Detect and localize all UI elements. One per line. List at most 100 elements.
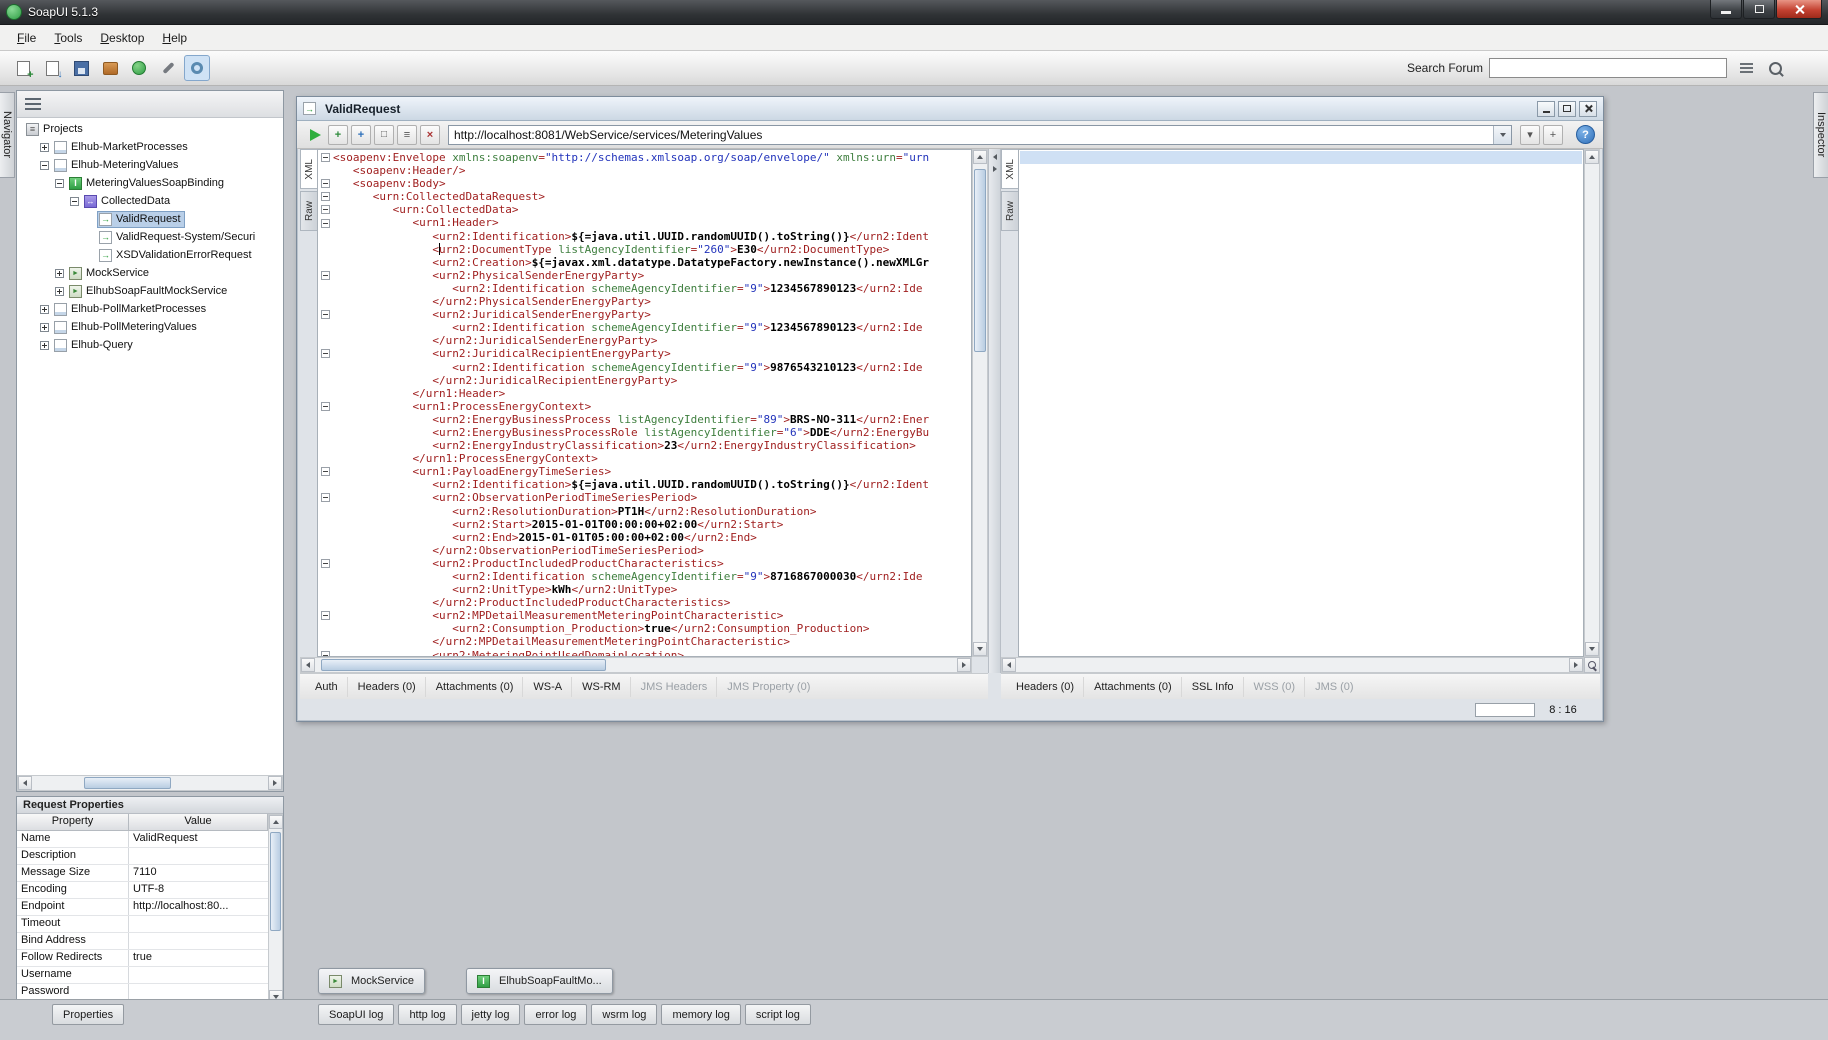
xml-line-28[interactable]: <urn2:ResolutionDuration>PT1H</urn2:Reso… (318, 505, 971, 518)
request-tab-ws-rm[interactable]: WS-RM (573, 677, 631, 697)
scroll-left-button[interactable] (301, 658, 315, 672)
property-value[interactable]: http://localhost:80... (129, 899, 268, 915)
xml-line-15[interactable]: </urn2:JuridicalSenderEnergyParty> (318, 334, 971, 347)
log-tab-error-log[interactable]: error log (524, 1004, 587, 1025)
xml-line-24[interactable]: </urn1:ProcessEnergyContext> (318, 452, 971, 465)
forum-search-icon[interactable] (1762, 55, 1788, 81)
scroll-right-button[interactable] (1569, 658, 1583, 672)
minimized-window-mockservice[interactable]: MockService (318, 968, 425, 994)
scroll-left-button[interactable] (1002, 658, 1016, 672)
tree-item-elhub-pollmeteringvalues[interactable]: Elhub-PollMeteringValues (17, 318, 283, 336)
tree-collapse-toggle[interactable] (40, 161, 49, 170)
tree-item-validrequest-system-securi[interactable]: ValidRequest-System/Securi (17, 228, 283, 246)
property-row-name[interactable]: NameValidRequest (17, 831, 268, 848)
tree-item-elhub-pollmarketprocesses[interactable]: Elhub-PollMarketProcesses (17, 300, 283, 318)
zoom-icon[interactable] (1584, 657, 1600, 673)
scroll-down-button[interactable] (1585, 642, 1599, 656)
xml-line-38[interactable]: </urn2:MPDetailMeasurementMeteringPointC… (318, 635, 971, 648)
response-tab-headers-0[interactable]: Headers (0) (1007, 677, 1084, 697)
fold-toggle-icon[interactable] (321, 611, 330, 620)
fold-toggle-icon[interactable] (321, 493, 330, 502)
frame-minimize-button[interactable] (1537, 101, 1555, 117)
tree-collapse-toggle[interactable] (70, 197, 79, 206)
xml-line-12[interactable]: </urn2:PhysicalSenderEnergyParty> (318, 295, 971, 308)
clean-request-icon[interactable] (397, 125, 417, 145)
pane-splitter[interactable] (988, 149, 1001, 673)
xml-line-39[interactable]: <urn2:MeteringPointUsedDomainLocation> (318, 649, 971, 657)
log-tab-soapui-log[interactable]: SoapUI log (318, 1004, 394, 1025)
tree-item-elhub-marketprocesses[interactable]: Elhub-MarketProcesses (17, 138, 283, 156)
xml-line-30[interactable]: <urn2:End>2015-01-01T05:00:00+02:00</urn… (318, 531, 971, 544)
import-project-icon[interactable] (39, 55, 65, 81)
xml-line-8[interactable]: <urn2:DocumentType listAgencyIdentifier=… (318, 243, 971, 256)
xml-line-31[interactable]: </urn2:ObservationPeriodTimeSeriesPeriod… (318, 544, 971, 557)
scrollbar-track[interactable] (973, 164, 987, 642)
navigator-panel-tab[interactable]: Navigator (0, 92, 15, 178)
xml-line-14[interactable]: <urn2:Identification schemeAgencyIdentif… (318, 321, 971, 334)
response-viewer[interactable] (1018, 149, 1584, 657)
tree-expand-toggle[interactable] (40, 341, 49, 350)
scrollbar-track[interactable] (269, 829, 282, 990)
request-tab-auth[interactable]: Auth (306, 677, 348, 697)
tree-item-meteringvaluessoapbinding[interactable]: MeteringValuesSoapBinding (17, 174, 283, 192)
tree-expand-toggle[interactable] (55, 269, 64, 278)
forum-list-icon[interactable] (1733, 55, 1759, 81)
xml-line-13[interactable]: <urn2:JuridicalSenderEnergyParty> (318, 308, 971, 321)
xml-line-1[interactable]: <soapenv:Envelope xmlns:soapenv="http://… (318, 151, 971, 164)
xml-line-23[interactable]: <urn2:EnergyIndustryClassification>23</u… (318, 439, 971, 452)
response-vertical-scrollbar[interactable] (1584, 149, 1600, 657)
xml-line-9[interactable]: <urn2:Creation>${=javax.xml.datatype.Dat… (318, 256, 971, 269)
tree-item-xsdvalidationerrorrequest[interactable]: XSDValidationErrorRequest (17, 246, 283, 264)
scroll-up-button[interactable] (269, 815, 283, 829)
tree-item-mockservice[interactable]: MockService (17, 264, 283, 282)
tree-expand-toggle[interactable] (40, 305, 49, 314)
xml-line-18[interactable]: </urn2:JuridicalRecipientEnergyParty> (318, 374, 971, 387)
property-value[interactable] (129, 848, 268, 864)
add-endpoint-icon[interactable] (1543, 125, 1563, 145)
fold-toggle-icon[interactable] (321, 219, 330, 228)
property-value[interactable] (129, 933, 268, 949)
loadui-icon[interactable] (126, 55, 152, 81)
property-row-timeout[interactable]: Timeout (17, 916, 268, 933)
search-forum-input[interactable] (1489, 58, 1727, 78)
tree-item-elhub-query[interactable]: Elhub-Query (17, 336, 283, 354)
menu-help[interactable]: Help (153, 28, 196, 48)
fold-toggle-icon[interactable] (321, 271, 330, 280)
tree-item-elhub-meteringvalues[interactable]: Elhub-MeteringValues (17, 156, 283, 174)
frame-close-button[interactable] (1579, 101, 1597, 117)
tree-item-collecteddata[interactable]: CollectedData (17, 192, 283, 210)
log-tab-wsrm-log[interactable]: wsrm log (591, 1004, 657, 1025)
xml-line-4[interactable]: <urn:CollectedDataRequest> (318, 190, 971, 203)
scrollbar-track[interactable] (1585, 164, 1599, 642)
tree-expand-toggle[interactable] (40, 323, 49, 332)
tree-expand-toggle[interactable] (55, 287, 64, 296)
maximize-button[interactable] (1743, 0, 1775, 19)
new-project-icon[interactable] (10, 55, 36, 81)
fold-toggle-icon[interactable] (321, 205, 330, 214)
request-xml-editor[interactable]: <soapenv:Envelope xmlns:soapenv="http://… (317, 149, 972, 657)
fold-toggle-icon[interactable] (321, 192, 330, 201)
scrollbar-thumb[interactable] (974, 169, 986, 353)
xml-line-35[interactable]: </urn2:ProductIncludedProductCharacteris… (318, 596, 971, 609)
request-editor-horizontal-scrollbar[interactable] (300, 657, 972, 673)
property-value[interactable] (129, 916, 268, 932)
property-value[interactable]: UTF-8 (129, 882, 268, 898)
scrollbar-thumb[interactable] (270, 832, 281, 931)
xml-line-11[interactable]: <urn2:Identification schemeAgencyIdentif… (318, 282, 971, 295)
property-value[interactable]: ValidRequest (129, 831, 268, 847)
xml-line-2[interactable]: <soapenv:Header/> (318, 164, 971, 177)
xml-line-22[interactable]: <urn2:EnergyBusinessProcessRole listAgen… (318, 426, 971, 439)
properties-scrollbar[interactable] (268, 814, 283, 1005)
xml-line-32[interactable]: <urn2:ProductIncludedProductCharacterist… (318, 557, 971, 570)
fold-toggle-icon[interactable] (321, 467, 330, 476)
xml-line-16[interactable]: <urn2:JuridicalRecipientEnergyParty> (318, 347, 971, 360)
help-icon[interactable] (1576, 125, 1595, 144)
xml-line-20[interactable]: <urn1:ProcessEnergyContext> (318, 400, 971, 413)
xml-line-26[interactable]: <urn2:Identification>${=java.util.UUID.r… (318, 478, 971, 491)
xml-line-17[interactable]: <urn2:Identification schemeAgencyIdentif… (318, 361, 971, 374)
fold-toggle-icon[interactable] (321, 402, 330, 411)
fold-toggle-icon[interactable] (321, 310, 330, 319)
log-tab-jetty-log[interactable]: jetty log (461, 1004, 521, 1025)
minimize-button[interactable] (1710, 0, 1742, 19)
property-row-follow-redirects[interactable]: Follow Redirectstrue (17, 950, 268, 967)
